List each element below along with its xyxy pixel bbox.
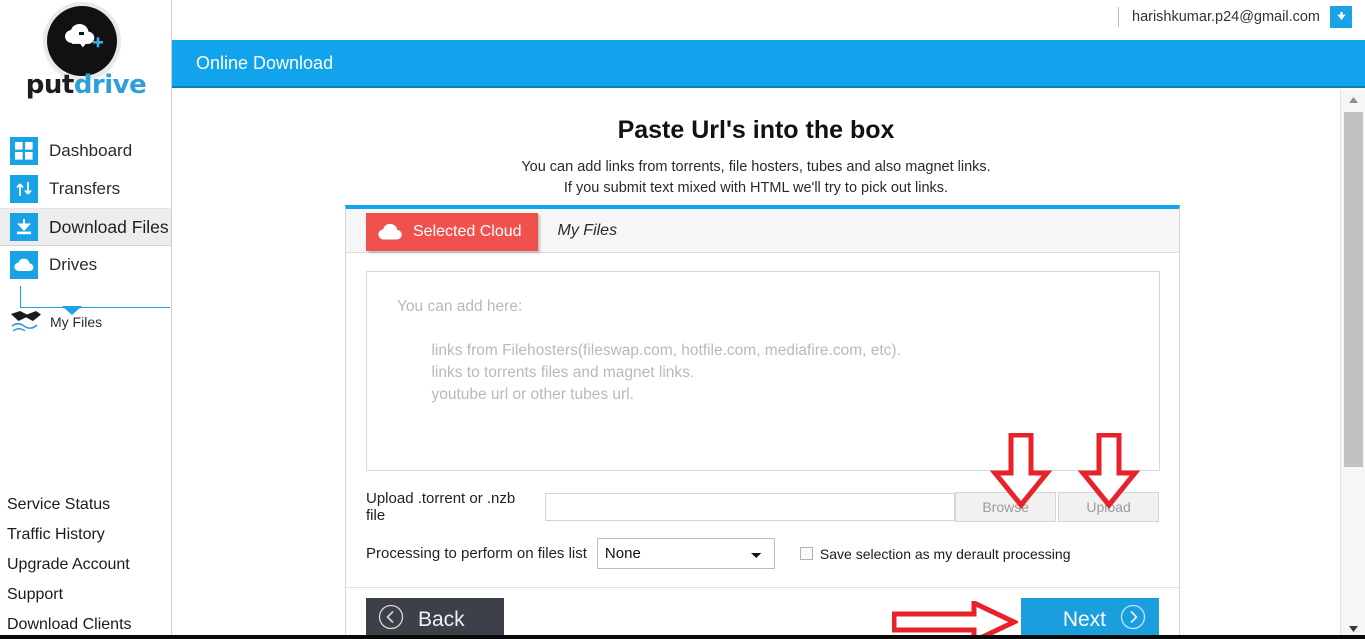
sidebar-subtree: My Files bbox=[0, 284, 171, 336]
page-header-bar: Online Download bbox=[172, 40, 1365, 88]
tab-my-files-label: My Files bbox=[557, 221, 618, 239]
chevron-left-circle-icon bbox=[378, 604, 404, 636]
download-icon bbox=[10, 213, 38, 241]
processing-row: Processing to perform on files list None… bbox=[366, 538, 1159, 587]
sidebar-item-my-files[interactable]: My Files bbox=[10, 310, 102, 334]
sidebar-item-label: Download Files bbox=[49, 216, 169, 237]
upload-file-label: Upload .torrent or .nzb file bbox=[366, 490, 516, 524]
footer-link-upgrade-account[interactable]: Upgrade Account bbox=[0, 550, 172, 580]
cloud-icon bbox=[10, 251, 38, 279]
sidebar-item-drives[interactable]: Drives bbox=[0, 246, 171, 284]
tree-connector-line bbox=[20, 286, 170, 308]
url-input-textarea[interactable] bbox=[366, 271, 1160, 471]
footer-link-support[interactable]: Support bbox=[0, 580, 172, 610]
next-button[interactable]: Next bbox=[1021, 598, 1159, 639]
save-default-checkbox-label: Save selection as my derault processing bbox=[819, 545, 1071, 562]
save-default-checkbox-wrap[interactable]: Save selection as my derault processing bbox=[799, 545, 1071, 562]
chevron-right-circle-icon bbox=[1120, 604, 1146, 636]
brand-wordmark: putdrive bbox=[0, 70, 172, 100]
tab-my-files[interactable]: My Files bbox=[558, 209, 618, 252]
sidebar-nav: Dashboard Transfers Download Files Drive… bbox=[0, 132, 171, 336]
tab-selected-cloud[interactable]: Selected Cloud bbox=[366, 213, 538, 251]
sidebar-item-label: Drives bbox=[49, 255, 98, 274]
content-heading: Paste Url's into the box bbox=[617, 116, 895, 144]
sidebar-footer-links: Service Status Traffic History Upgrade A… bbox=[0, 490, 172, 639]
brand-logo[interactable]: putdrive bbox=[0, 0, 172, 112]
sidebar-item-label: Transfers bbox=[49, 179, 121, 198]
account-email: harishkumar.p24@gmail.com bbox=[1132, 8, 1320, 25]
chevron-down-icon[interactable] bbox=[1330, 5, 1352, 28]
back-button-label: Back bbox=[418, 608, 465, 631]
content-subtext: You can add links from torrents, file ho… bbox=[172, 157, 1340, 199]
processing-select[interactable]: None bbox=[596, 538, 775, 569]
window-bottom-edge bbox=[0, 635, 1365, 639]
panel-body: Upload .torrent or .nzb file Browse Uplo… bbox=[346, 253, 1179, 587]
grid-icon bbox=[10, 137, 38, 165]
upload-button[interactable]: Upload bbox=[1058, 492, 1159, 522]
footer-link-service-status[interactable]: Service Status bbox=[0, 490, 172, 520]
sidebar-item-dashboard[interactable]: Dashboard bbox=[0, 132, 171, 170]
page-root: putdrive Dashboard Transfers Download Fi… bbox=[0, 0, 1365, 639]
brand-word-put: put bbox=[25, 70, 75, 100]
triangle-up-icon[interactable] bbox=[1341, 90, 1365, 110]
back-button[interactable]: Back bbox=[366, 598, 504, 639]
cloud-download-badge-icon bbox=[47, 6, 117, 76]
sidebar-item-transfers[interactable]: Transfers bbox=[0, 170, 171, 208]
panel-tabbar: Selected Cloud My Files bbox=[346, 209, 1179, 253]
save-default-checkbox[interactable] bbox=[799, 547, 813, 560]
sidebar-item-download-files[interactable]: Download Files bbox=[0, 208, 171, 246]
scrollbar-thumb[interactable] bbox=[1344, 112, 1363, 467]
sidebar-subitem-label: My Files bbox=[50, 314, 103, 330]
page-title: Online Download bbox=[196, 52, 334, 73]
content-subtext-line-1: You can add links from torrents, file ho… bbox=[521, 159, 991, 175]
up-down-arrows-icon bbox=[10, 175, 38, 203]
cloud-icon bbox=[378, 223, 404, 241]
processing-label: Processing to perform on files list bbox=[366, 545, 587, 562]
sidebar: putdrive Dashboard Transfers Download Fi… bbox=[0, 0, 172, 639]
browse-button[interactable]: Browse bbox=[955, 492, 1057, 522]
upload-file-path-input[interactable] bbox=[544, 493, 956, 521]
panel-footer: Back Next bbox=[346, 587, 1179, 639]
vertical-scrollbar[interactable] bbox=[1340, 90, 1365, 639]
next-button-label: Next bbox=[1062, 608, 1106, 631]
divider bbox=[1118, 6, 1119, 27]
download-panel: Selected Cloud My Files Upload .torrent … bbox=[345, 205, 1180, 639]
top-account-bar: harishkumar.p24@gmail.com bbox=[172, 0, 1365, 33]
main-content: Paste Url's into the box You can add lin… bbox=[172, 90, 1340, 639]
folder-map-icon bbox=[10, 310, 42, 334]
content-subtext-line-2: If you submit text mixed with HTML we'll… bbox=[563, 180, 949, 196]
sidebar-item-label: Dashboard bbox=[49, 141, 133, 160]
tab-selected-cloud-label: Selected Cloud bbox=[413, 223, 522, 240]
upload-file-row: Upload .torrent or .nzb file Browse Uplo… bbox=[366, 490, 1159, 524]
footer-link-traffic-history[interactable]: Traffic History bbox=[0, 520, 172, 550]
brand-word-drive: drive bbox=[73, 70, 147, 100]
